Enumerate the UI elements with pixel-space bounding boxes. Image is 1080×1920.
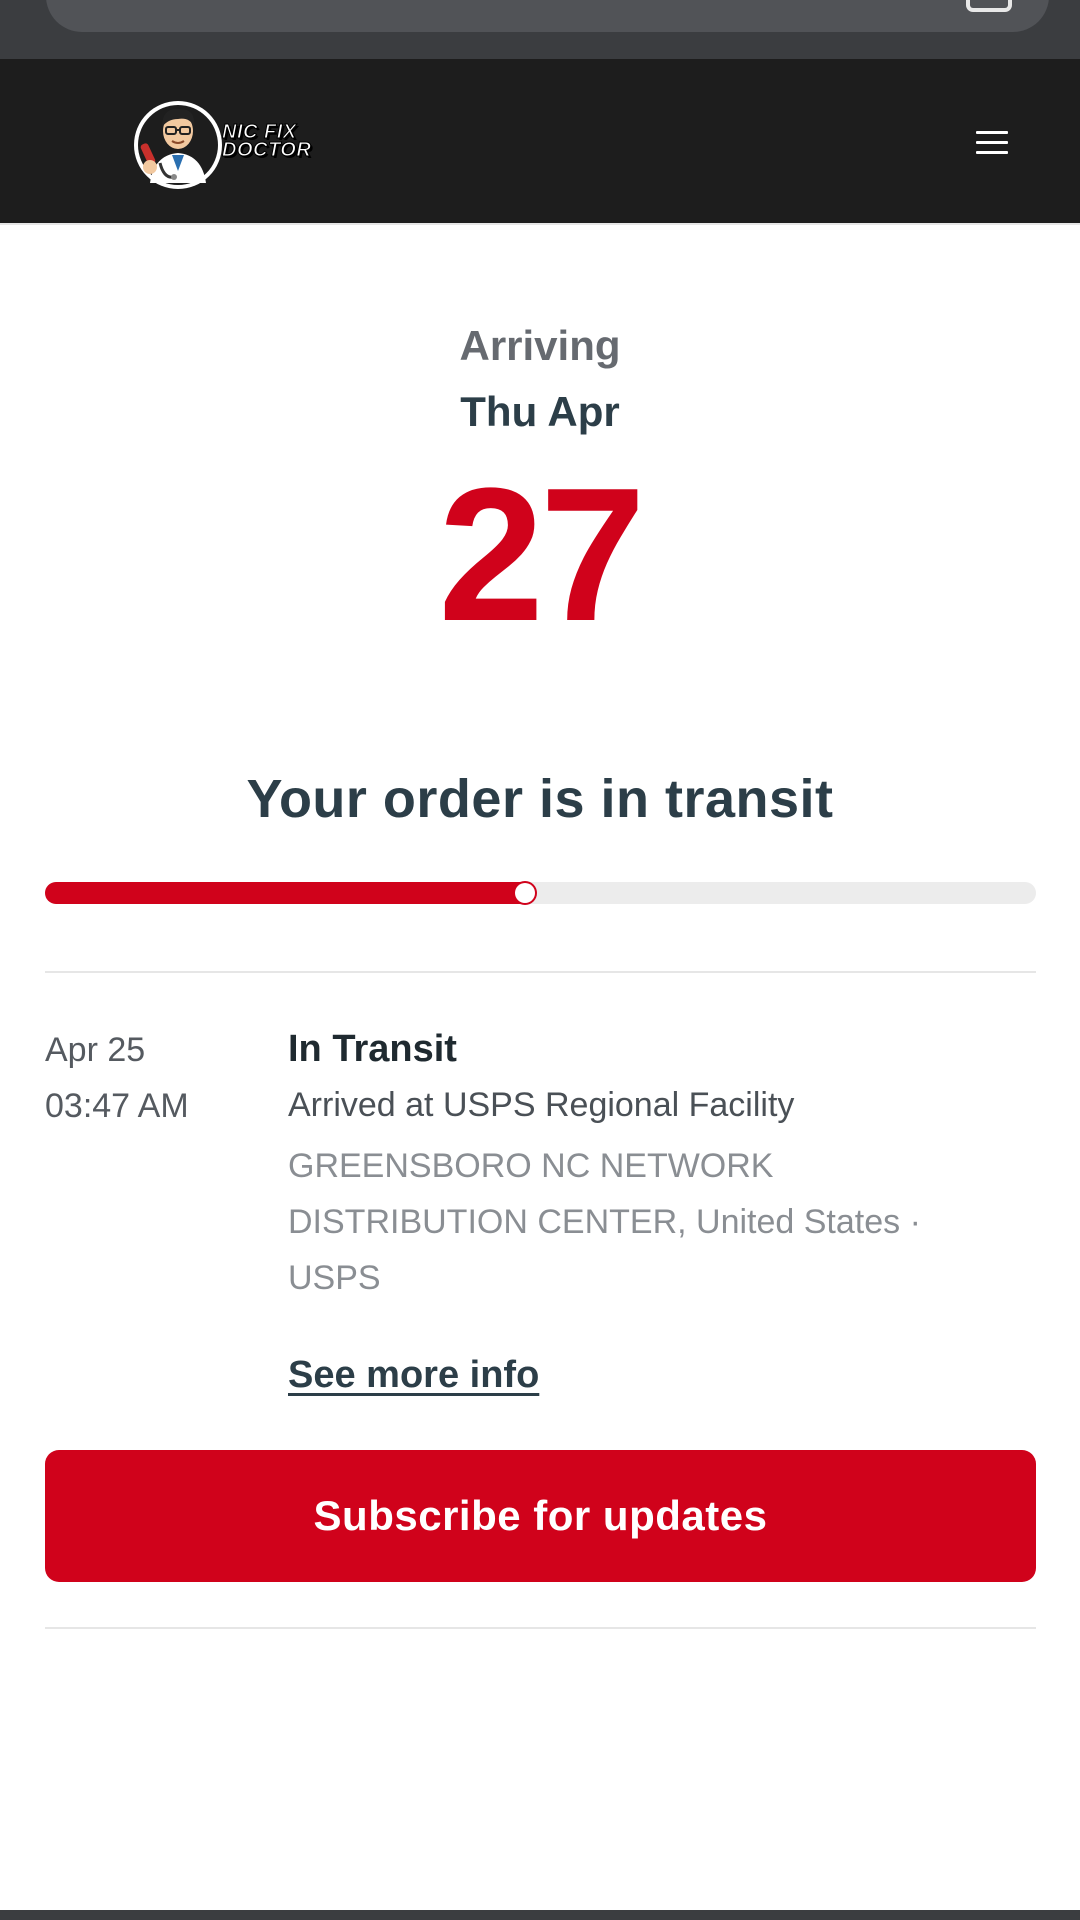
event-description: Arrived at USPS Regional Facility [288,1086,795,1124]
event-timestamp: Apr 25 03:47 AM [45,1022,189,1134]
arrival-weekday-month: Thu Apr [460,388,620,435]
progress-fill [45,882,531,904]
logo-text-line2: DOCTOR [221,139,312,161]
divider [45,1627,1036,1629]
order-status-title: Your order is in transit [246,769,834,829]
system-navigation-bar [0,1910,1080,1920]
arrival-day-number: 27 [438,449,645,661]
site-header: NIC FIX DOCTOR [0,59,1080,225]
arriving-label: Arriving [459,322,621,369]
event-date: Apr 25 [45,1031,146,1069]
logo[interactable]: NIC FIX DOCTOR [130,93,330,193]
tabs-icon[interactable] [966,0,1012,12]
delivery-progress-bar [45,882,1036,904]
event-location: GREENSBORO NC NETWORK DISTRIBUTION CENTE… [288,1147,921,1297]
address-bar[interactable] [46,0,1049,32]
subscribe-button[interactable]: Subscribe for updates [45,1450,1036,1582]
hamburger-menu-icon[interactable] [976,131,1008,155]
divider [45,971,1036,973]
logo-wordmark: NIC FIX DOCTOR [221,122,312,161]
see-more-info-link[interactable]: See more info [288,1354,539,1397]
browser-toolbar [0,0,1080,59]
doctor-mascot-icon [134,101,222,189]
event-status: In Transit [288,1028,457,1070]
event-time: 03:47 AM [45,1087,189,1125]
progress-marker [514,883,535,903]
